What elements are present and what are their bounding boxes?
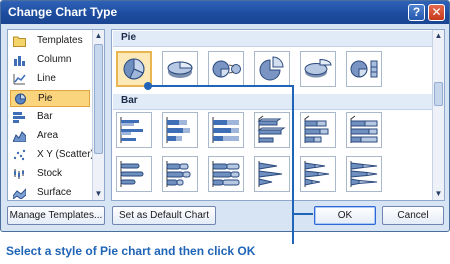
clustered-cone-icon	[258, 161, 283, 187]
clustered-bar-3d-icon	[257, 115, 286, 143]
subtype-pie-3d[interactable]	[162, 51, 198, 87]
exploded-pie-icon	[259, 56, 284, 81]
section-header-bar: Bar	[113, 94, 433, 110]
section-title: Pie	[121, 32, 137, 43]
chart-type-label: X Y (Scatter)	[37, 149, 94, 160]
surface-chart-icon	[13, 188, 26, 199]
subtype-100-stacked-bar-3d[interactable]	[346, 112, 382, 148]
chart-type-label: Surface	[37, 187, 72, 198]
scroll-thumb[interactable]	[94, 44, 103, 154]
subtype-stacked-cone[interactable]	[300, 156, 336, 192]
chart-type-column[interactable]: Column	[10, 52, 90, 69]
scroll-down-arrow-icon[interactable]: ▼	[433, 188, 444, 200]
subtype-clustered-cylinder[interactable]	[116, 156, 152, 192]
gallery-scrollbar[interactable]: ▲ ▼	[432, 30, 444, 200]
pie-3d-icon	[167, 61, 193, 78]
100-stacked-cylinder-icon	[212, 161, 240, 187]
section-title: Bar	[121, 95, 138, 106]
callout-line	[292, 85, 294, 244]
chart-type-label: Pie	[38, 93, 53, 104]
callout-dot	[144, 82, 152, 90]
stacked-cone-icon	[304, 161, 330, 187]
chart-type-label: Line	[37, 73, 56, 84]
subtype-100-stacked-cylinder[interactable]	[208, 156, 244, 192]
column-chart-icon	[14, 56, 25, 66]
100-stacked-cone-icon	[350, 161, 378, 187]
subtype-pie-of-pie[interactable]	[208, 51, 244, 87]
chart-type-area[interactable]: Area	[10, 128, 90, 145]
chart-type-templates[interactable]: Templates	[10, 33, 90, 50]
chart-subtype-gallery: Pie Bar ▲ ▼	[111, 29, 445, 201]
help-button[interactable]: ?	[408, 4, 425, 21]
chart-type-list: Templates Column Line Pie Bar Area X Y (…	[7, 29, 105, 201]
subtype-clustered-cone[interactable]	[254, 156, 290, 192]
scroll-up-arrow-icon[interactable]: ▲	[433, 30, 444, 42]
subtype-clustered-bar-3d[interactable]	[254, 112, 290, 148]
chart-type-label: Stock	[37, 168, 63, 179]
scatter-chart-icon	[13, 149, 26, 161]
chart-type-line[interactable]: Line	[10, 71, 90, 88]
stacked-bar-icon	[166, 117, 190, 143]
pie-icon	[123, 58, 145, 80]
callout-line	[293, 213, 313, 215]
pie-chart-icon	[15, 93, 27, 105]
scroll-down-arrow-icon[interactable]: ▼	[93, 188, 104, 200]
chart-type-label: Templates	[37, 35, 83, 46]
bar-of-pie-icon	[350, 60, 378, 78]
stacked-bar-3d-icon	[304, 115, 329, 143]
dialog-title: Change Chart Type	[8, 5, 118, 19]
chart-type-label: Column	[37, 54, 72, 65]
chart-type-scrollbar[interactable]: ▲ ▼	[92, 30, 104, 200]
title-bar: Change Chart Type ? ✕	[1, 1, 449, 24]
instruction-caption: Select a style of Pie chart and then cli…	[6, 244, 256, 258]
100-stacked-bar-icon	[212, 117, 239, 143]
clustered-cylinder-icon	[120, 161, 144, 187]
subtype-stacked-bar-3d[interactable]	[300, 112, 336, 148]
100-stacked-bar-3d-icon	[350, 115, 378, 143]
subtype-exploded-pie-3d[interactable]	[300, 51, 336, 87]
subtype-100-stacked-cone[interactable]	[346, 156, 382, 192]
folder-icon	[13, 36, 26, 47]
line-chart-icon	[13, 74, 26, 85]
chart-type-bar[interactable]: Bar	[10, 109, 90, 126]
chart-type-pie[interactable]: Pie	[10, 90, 90, 107]
chart-type-label: Area	[37, 130, 59, 141]
subtype-bar-of-pie[interactable]	[346, 51, 382, 87]
pie-of-pie-icon	[212, 60, 241, 78]
scroll-up-arrow-icon[interactable]: ▲	[93, 30, 104, 42]
subtype-clustered-bar[interactable]	[116, 112, 152, 148]
area-chart-icon	[13, 131, 26, 142]
subtype-exploded-pie[interactable]	[254, 51, 290, 87]
subtype-100-stacked-bar[interactable]	[208, 112, 244, 148]
cancel-button[interactable]: Cancel	[382, 206, 444, 225]
manage-templates-button[interactable]: Manage Templates...	[7, 206, 105, 225]
scroll-thumb[interactable]	[434, 82, 443, 106]
ok-button[interactable]: OK	[314, 206, 376, 225]
exploded-pie-3d-icon	[304, 58, 332, 78]
close-button[interactable]: ✕	[428, 4, 445, 21]
bar-chart-icon	[13, 112, 25, 123]
change-chart-type-dialog: Change Chart Type ? ✕ Templates Column L…	[0, 0, 450, 232]
chart-type-surface[interactable]: Surface	[10, 185, 90, 200]
stock-chart-icon	[14, 169, 24, 179]
set-as-default-chart-button[interactable]: Set as Default Chart	[112, 206, 216, 225]
chart-type-label: Bar	[37, 111, 53, 122]
clustered-bar-icon	[120, 117, 143, 143]
stacked-cylinder-icon	[166, 161, 191, 187]
section-header-pie: Pie	[113, 31, 433, 47]
chart-type-stock[interactable]: Stock	[10, 166, 90, 183]
subtype-stacked-cylinder[interactable]	[162, 156, 198, 192]
callout-line	[147, 85, 293, 87]
chart-type-scatter[interactable]: X Y (Scatter)	[10, 147, 94, 164]
subtype-stacked-bar[interactable]	[162, 112, 198, 148]
